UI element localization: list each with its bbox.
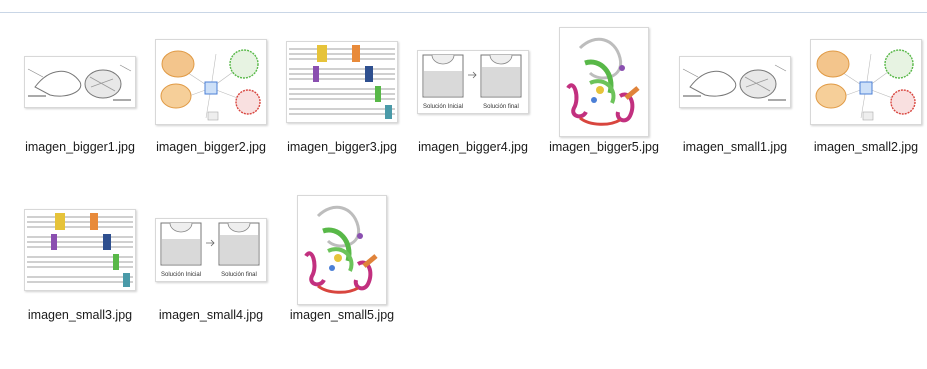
thumbnail-frame: Solución Inicial Solución final: [417, 50, 529, 114]
network-diagram-image: [815, 49, 916, 121]
file-item[interactable]: Solución Inicial Solución final imagen_b…: [413, 23, 533, 183]
file-item[interactable]: imagen_small1.jpg: [675, 23, 795, 183]
thumbnail: [282, 191, 402, 309]
thumbnail: Solución Inicial Solución final: [413, 23, 533, 141]
thumbnail: [544, 23, 664, 141]
thumbnail: Solución Inicial Solución final: [151, 191, 271, 309]
sketch-diagram-image: [27, 64, 132, 101]
sketch-diagram-image: [682, 64, 787, 101]
file-name: imagen_small3.jpg: [27, 308, 133, 322]
protein-structure-image: [566, 37, 640, 126]
file-item[interactable]: imagen_small2.jpg: [806, 23, 926, 183]
file-name: imagen_bigger1.jpg: [25, 140, 135, 154]
solution-beakers-image: Solución Inicial Solución final: [422, 54, 522, 110]
caption-initial: Solución Inicial: [161, 272, 201, 278]
address-bar-edge: [0, 0, 927, 13]
caption-final: Solución final: [483, 104, 519, 110]
sequence-alignment-image: [27, 213, 133, 287]
caption-initial: Solución Inicial: [423, 104, 463, 110]
file-list-pane[interactable]: imagen_bigger1.jpg imagen_bigger2.jpg im…: [0, 13, 927, 369]
file-item[interactable]: Solución Inicial Solución final imagen_s…: [151, 191, 271, 351]
thumbnail: [20, 191, 140, 309]
file-name: imagen_bigger2.jpg: [156, 140, 266, 154]
protein-structure-image: [304, 205, 378, 294]
caption-final: Solución final: [221, 272, 257, 278]
thumbnail: [282, 23, 402, 141]
file-name: imagen_bigger3.jpg: [287, 140, 397, 154]
solution-beakers-image: Solución Inicial Solución final: [160, 222, 260, 278]
sequence-alignment-image: [289, 45, 395, 119]
thumbnail-frame: [297, 195, 387, 305]
thumbnail: [806, 23, 926, 141]
thumbnail-frame: [286, 41, 398, 123]
icon-grid: imagen_bigger1.jpg imagen_bigger2.jpg im…: [20, 23, 925, 363]
thumbnail-frame: [155, 39, 267, 125]
file-name: imagen_bigger4.jpg: [418, 140, 528, 154]
file-name: imagen_small2.jpg: [813, 140, 919, 154]
thumbnail-frame: [679, 56, 791, 108]
network-diagram-image: [160, 49, 261, 121]
file-item[interactable]: imagen_small5.jpg: [282, 191, 402, 351]
thumbnail-frame: [24, 209, 136, 291]
thumbnail: [675, 23, 795, 141]
thumbnail-frame: [24, 56, 136, 108]
file-item[interactable]: imagen_small3.jpg: [20, 191, 140, 351]
file-name: imagen_small4.jpg: [158, 308, 264, 322]
file-name: imagen_small5.jpg: [289, 308, 395, 322]
thumbnail-frame: [559, 27, 649, 137]
file-item[interactable]: imagen_bigger3.jpg: [282, 23, 402, 183]
file-name: imagen_bigger5.jpg: [549, 140, 659, 154]
file-item[interactable]: imagen_bigger2.jpg: [151, 23, 271, 183]
file-item[interactable]: imagen_bigger1.jpg: [20, 23, 140, 183]
thumbnail: [20, 23, 140, 141]
file-name: imagen_small1.jpg: [682, 140, 788, 154]
thumbnail-frame: [810, 39, 922, 125]
thumbnail-frame: Solución Inicial Solución final: [155, 218, 267, 282]
file-item[interactable]: imagen_bigger5.jpg: [544, 23, 664, 183]
thumbnail: [151, 23, 271, 141]
